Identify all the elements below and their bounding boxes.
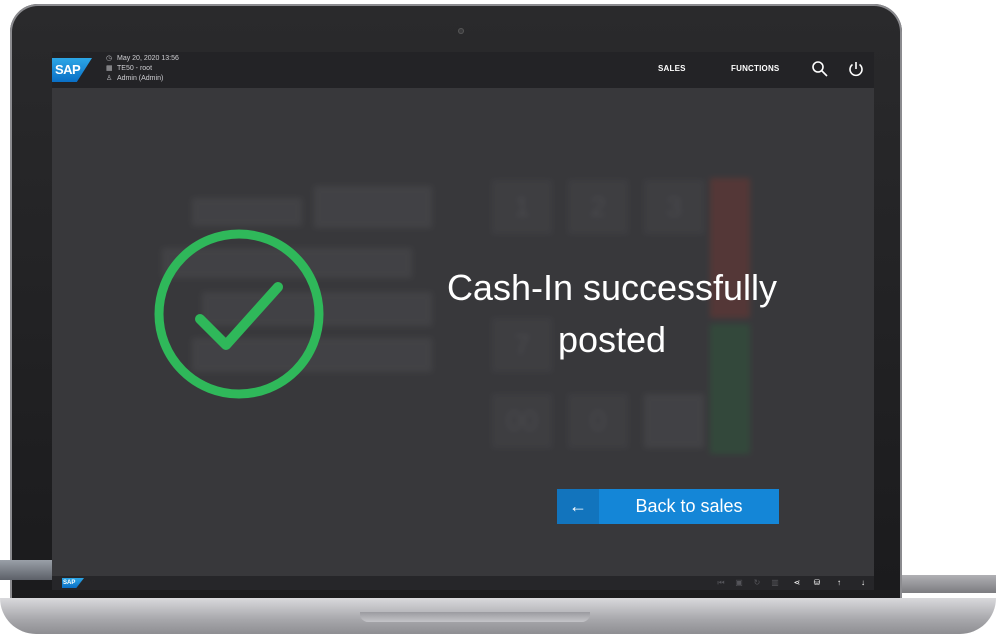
nav-sales[interactable]: SALES (658, 64, 686, 73)
top-bar: SAP ◷ May 20, 2020 13:56 ▦ TE50 - root ♙ Ad… (52, 52, 874, 88)
app-screen: SAP ◷ May 20, 2020 13:56 ▦ TE50 - root ♙ Ad… (52, 52, 874, 590)
arrow-left-icon: ← (557, 489, 599, 524)
laptop-edge-right (902, 575, 996, 593)
laptop-notch (360, 612, 590, 622)
user-icon: ♙ (106, 75, 113, 82)
database-icon[interactable]: ⛁ (812, 578, 822, 588)
arrow-up-icon[interactable]: ↑ (834, 578, 844, 588)
store-name: TE50 - root (117, 65, 153, 72)
redo-icon[interactable]: ↻ (752, 578, 762, 588)
back-to-sales-button[interactable]: ← Back to sales (557, 489, 779, 524)
success-check-icon (154, 229, 324, 399)
sap-logo: SAP (52, 58, 92, 82)
camera-icon (458, 28, 464, 34)
laptop-edge-left (0, 560, 52, 580)
power-icon[interactable] (846, 59, 866, 79)
grid-icon[interactable]: ▥ (770, 578, 780, 588)
arrow-down-icon[interactable]: ↓ (858, 578, 868, 588)
back-to-sales-label: Back to sales (635, 496, 743, 516)
store-icon: ▦ (106, 65, 113, 72)
clock-icon: ◷ (106, 55, 113, 62)
datetime: May 20, 2020 13:56 (117, 55, 179, 62)
sap-footer-logo: SAP (62, 578, 84, 588)
search-icon[interactable] (810, 59, 830, 79)
first-page-icon[interactable]: ⏮ (716, 578, 726, 588)
session-info: ◷ May 20, 2020 13:56 ▦ TE50 - root ♙ Admin … (106, 54, 179, 84)
success-message: Cash-In successfully posted (446, 267, 778, 360)
nav-functions[interactable]: FUNCTIONS (731, 64, 779, 73)
user-name: Admin (Admin) (117, 75, 164, 82)
share-icon[interactable]: ⋖ (792, 578, 802, 588)
footer-bar: SAP ⏮ ▣ ↻ ▥ ⋖ ⛁ ↑ ↓ (52, 576, 874, 590)
lock-icon[interactable]: ▣ (734, 578, 744, 588)
